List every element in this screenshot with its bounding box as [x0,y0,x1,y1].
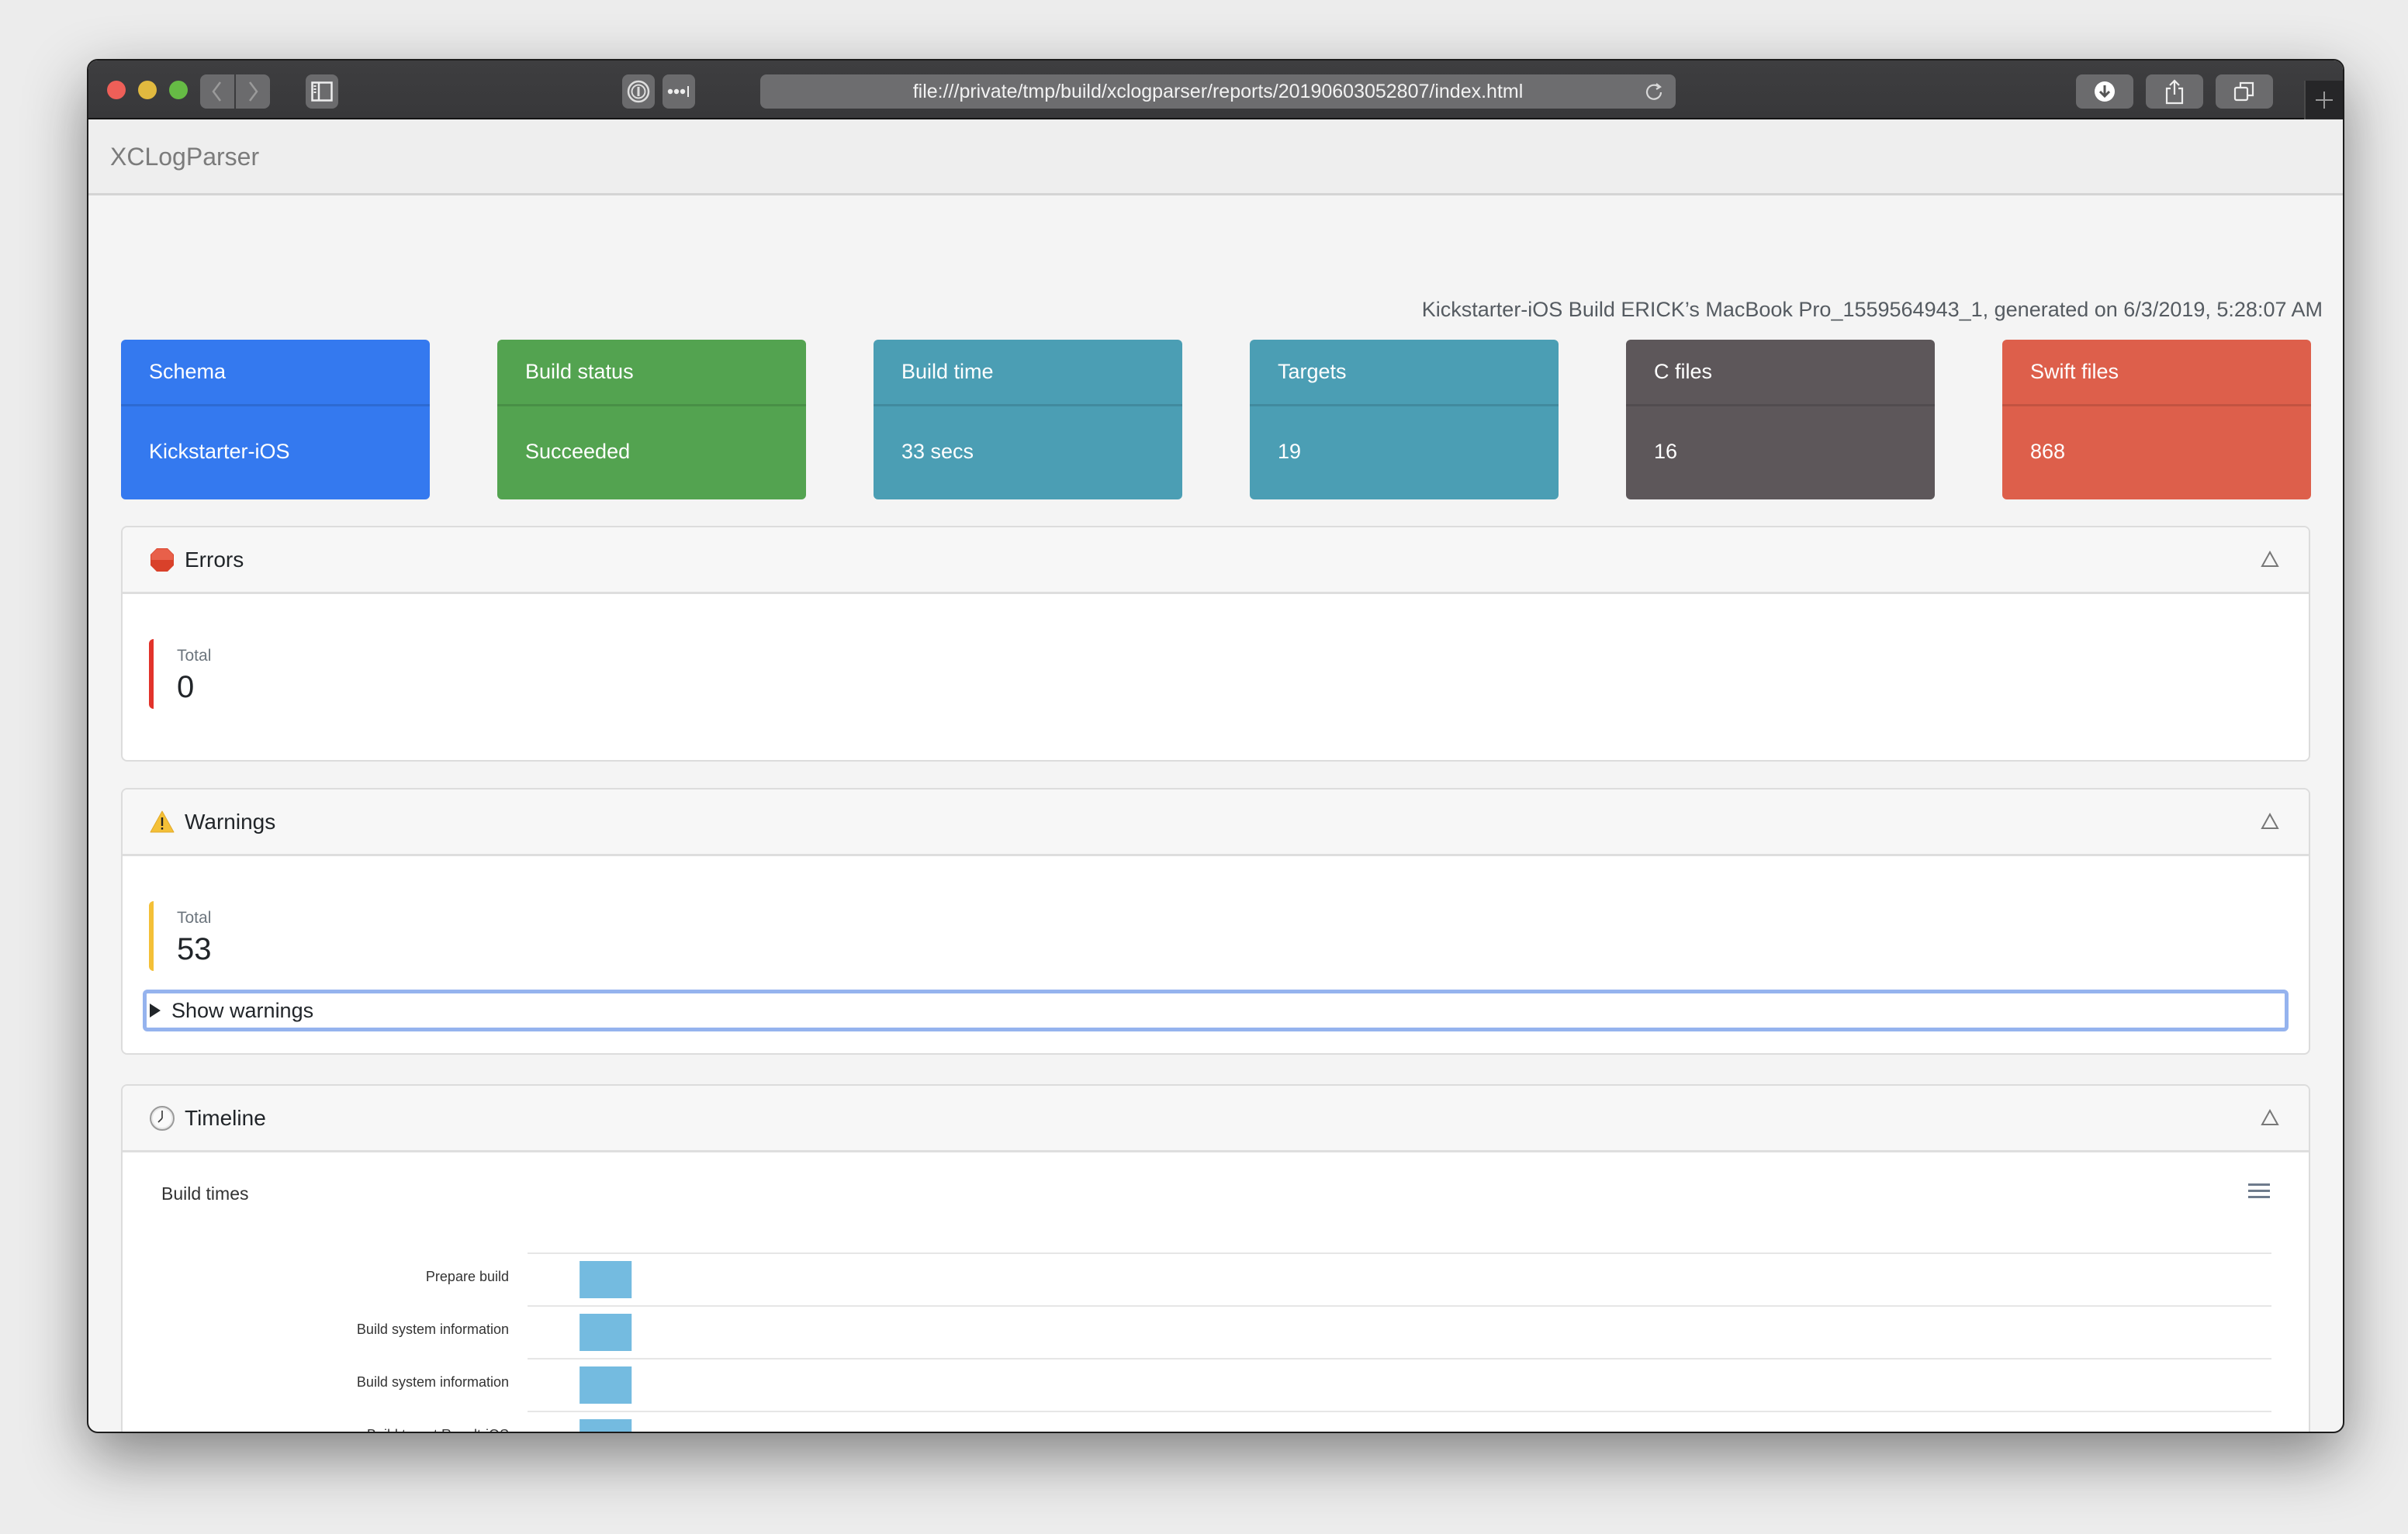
browser-window: file:///private/tmp/build/xclogparser/re… [87,59,2344,1433]
errors-total-value: 0 [177,670,195,704]
app-title[interactable]: XCLogParser [110,143,259,171]
chart-bar[interactable] [580,1419,632,1433]
disclosure-triangle-icon [150,1004,161,1017]
report-content: Kickstarter-iOS Build ERICK’s MacBook Pr… [88,195,2343,1432]
minimize-window-button[interactable] [138,81,157,99]
card-value: 868 [2030,440,2066,463]
chart-bar[interactable] [580,1261,632,1298]
card-value: 19 [1278,440,1302,463]
collapse-timeline-icon[interactable] [2261,1109,2279,1126]
timeline-panel: Timeline Build times Prepare build Build … [121,1084,2310,1433]
download-icon [2095,81,2115,102]
back-icon [212,81,221,102]
back-button[interactable] [200,74,234,109]
report-subtitle: Kickstarter-iOS Build ERICK’s MacBook Pr… [1421,298,2323,321]
extensions-button[interactable] [663,74,695,109]
zoom-window-button[interactable] [169,81,188,99]
errors-total-label: Total [177,647,212,665]
sidebar-button[interactable] [306,74,338,109]
tabs-icon [2233,81,2254,102]
collapse-errors-icon[interactable] [2261,551,2279,568]
password-manager-button[interactable] [622,74,655,109]
errors-title: Errors [185,547,244,572]
browser-toolbar: file:///private/tmp/build/xclogparser/re… [88,60,2343,119]
url-text: file:///private/tmp/build/xclogparser/re… [912,80,1524,102]
share-button[interactable] [2146,74,2203,109]
timeline-title: Timeline [185,1105,266,1130]
stop-sign-icon [150,548,174,572]
show-warnings-label: Show warnings [171,998,314,1022]
card-schema: Schema Kickstarter-iOS [121,340,430,499]
card-title: C files [1626,340,1935,406]
forward-icon [249,81,258,102]
tab-overview-button[interactable] [2216,74,2273,109]
timeline-chart-svg: Prepare build Build system information Bui… [357,1252,2271,1433]
card-targets: Targets 19 [1250,340,1559,499]
forward-button[interactable] [236,74,270,109]
warning-icon [150,810,175,832]
card-value: Succeeded [525,440,631,463]
collapse-warnings-icon[interactable] [2261,813,2279,830]
card-title: Swift files [2002,340,2311,406]
chart-bar[interactable] [580,1366,632,1404]
plus-icon [2316,92,2333,109]
chart-category-label: Build target Result-iOS [367,1427,509,1433]
card-value: 16 [1654,440,1678,463]
timeline-panel-header[interactable]: Timeline [123,1086,2309,1152]
errors-panel-header[interactable]: Errors [123,527,2309,594]
card-title: Targets [1250,340,1559,406]
errors-total-stat: Total 0 [149,639,211,709]
reload-icon[interactable] [1643,81,1665,102]
more-icon [667,86,689,97]
card-title: Build status [497,340,806,406]
warnings-panel-header[interactable]: Warnings [123,789,2309,856]
card-build-time: Build time 33 secs [874,340,1182,499]
chart-category-label: Build system information [357,1374,509,1390]
warnings-total-value: 53 [177,932,212,966]
card-title: Schema [121,340,430,406]
warnings-total-label: Total [177,909,212,927]
warnings-title: Warnings [185,809,276,834]
show-warnings-toggle[interactable]: Show warnings [143,990,2289,1031]
card-build-status: Build status Succeeded [497,340,806,499]
warnings-panel: Warnings Total 53 Show warnings [121,788,2310,1055]
chart-bar[interactable] [580,1314,632,1351]
chart-category-label: Build system information [357,1322,509,1337]
card-value: Kickstarter-iOS [149,440,290,463]
downloads-button[interactable] [2076,74,2133,109]
clock-icon [150,1105,175,1131]
share-icon [2165,79,2184,105]
errors-panel: Errors Total 0 [121,526,2310,762]
chart-category-label: Prepare build [426,1269,509,1284]
card-title: Build time [874,340,1182,406]
app-navbar: XCLogParser [88,119,2343,195]
close-window-button[interactable] [107,81,126,99]
card-value: 33 secs [901,440,974,463]
sidebar-icon [311,81,333,102]
1password-icon [627,80,650,103]
card-swift-files: Swift files 868 [2002,340,2311,499]
new-tab-button[interactable] [2304,81,2343,119]
address-bar[interactable]: file:///private/tmp/build/xclogparser/re… [760,74,1676,109]
card-c-files: C files 16 [1626,340,1935,499]
warnings-total-stat: Total 53 [149,901,212,971]
build-times-chart: Build times Prepare build Build system in… [123,1152,2309,1433]
